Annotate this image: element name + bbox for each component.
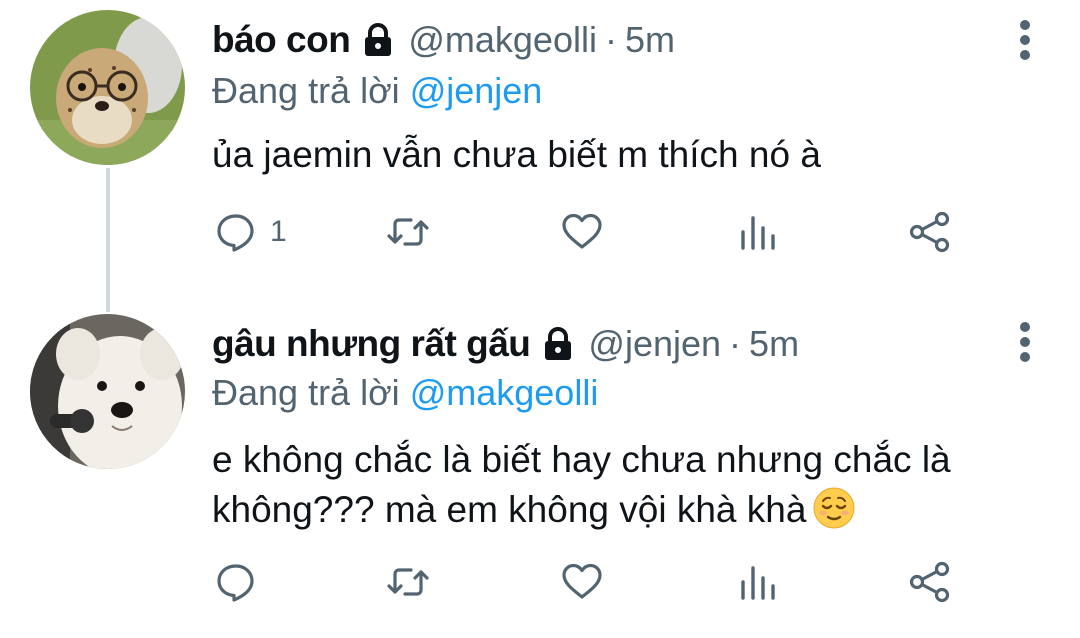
separator-dot: · bbox=[729, 323, 742, 364]
heart-icon bbox=[562, 213, 602, 249]
replying-to: Đang trả lời @jenjen bbox=[212, 70, 542, 112]
tweet-actions: 1 bbox=[0, 210, 1080, 270]
share-icon bbox=[909, 211, 950, 253]
replying-to-label: Đang trả lời bbox=[212, 372, 400, 413]
share-button[interactable] bbox=[908, 560, 952, 604]
reply-bubble-icon bbox=[217, 214, 254, 252]
retweet-button[interactable] bbox=[386, 560, 430, 604]
like-button[interactable] bbox=[560, 210, 604, 254]
user-handle[interactable]: @makgeolli bbox=[408, 19, 597, 61]
share-icon bbox=[909, 561, 950, 603]
more-vertical-icon[interactable] bbox=[1018, 320, 1032, 364]
tweet[interactable]: gâu nhưng rất gấu @jenjen · 5m Đang trả … bbox=[0, 300, 1080, 638]
replying-to-mention[interactable]: @jenjen bbox=[410, 70, 543, 111]
display-name[interactable]: báo con bbox=[212, 19, 351, 61]
separator-dot: · bbox=[604, 19, 617, 60]
lock-icon bbox=[540, 326, 576, 362]
heart-icon bbox=[562, 563, 602, 599]
timestamp[interactable]: 5m bbox=[625, 19, 675, 61]
avatar[interactable] bbox=[30, 10, 185, 165]
user-handle[interactable]: @jenjen bbox=[588, 323, 721, 365]
reply-button[interactable]: 1 bbox=[214, 210, 287, 254]
display-name[interactable]: gâu nhưng rất gấu bbox=[212, 323, 531, 365]
lock-icon bbox=[360, 22, 396, 58]
tweet-text: ủa jaemin vẫn chưa biết m thích nó à bbox=[212, 134, 821, 175]
more-vertical-icon[interactable] bbox=[1018, 18, 1032, 62]
replying-to-label: Đang trả lời bbox=[212, 70, 400, 111]
views-button[interactable] bbox=[735, 560, 779, 604]
tweet[interactable]: báo con @makgeolli · 5m Đang trả lời @je… bbox=[0, 0, 1080, 300]
retweet-icon bbox=[387, 568, 429, 596]
views-bar-icon bbox=[741, 216, 775, 250]
share-button[interactable] bbox=[908, 210, 952, 254]
tweet-header: báo con @makgeolli · 5m bbox=[212, 10, 675, 70]
views-bar-icon bbox=[741, 566, 775, 600]
tweet-header: gâu nhưng rất gấu @jenjen · 5m bbox=[212, 314, 799, 374]
retweet-button[interactable] bbox=[386, 210, 430, 254]
replying-to: Đang trả lời @makgeolli bbox=[212, 372, 598, 414]
tweet-text: e không chắc là biết hay chưa nhưng chắc… bbox=[212, 435, 1052, 535]
replying-to-mention[interactable]: @makgeolli bbox=[410, 372, 599, 413]
reply-count: 1 bbox=[270, 215, 287, 248]
reply-bubble-icon bbox=[217, 564, 254, 602]
like-button[interactable] bbox=[560, 560, 604, 604]
relieved-face-emoji-icon bbox=[812, 486, 856, 530]
views-button[interactable] bbox=[735, 210, 779, 254]
tweet-actions bbox=[0, 560, 1080, 620]
reply-button[interactable] bbox=[214, 560, 270, 604]
avatar[interactable] bbox=[30, 314, 185, 469]
timestamp[interactable]: 5m bbox=[749, 323, 799, 365]
retweet-icon bbox=[387, 218, 429, 246]
